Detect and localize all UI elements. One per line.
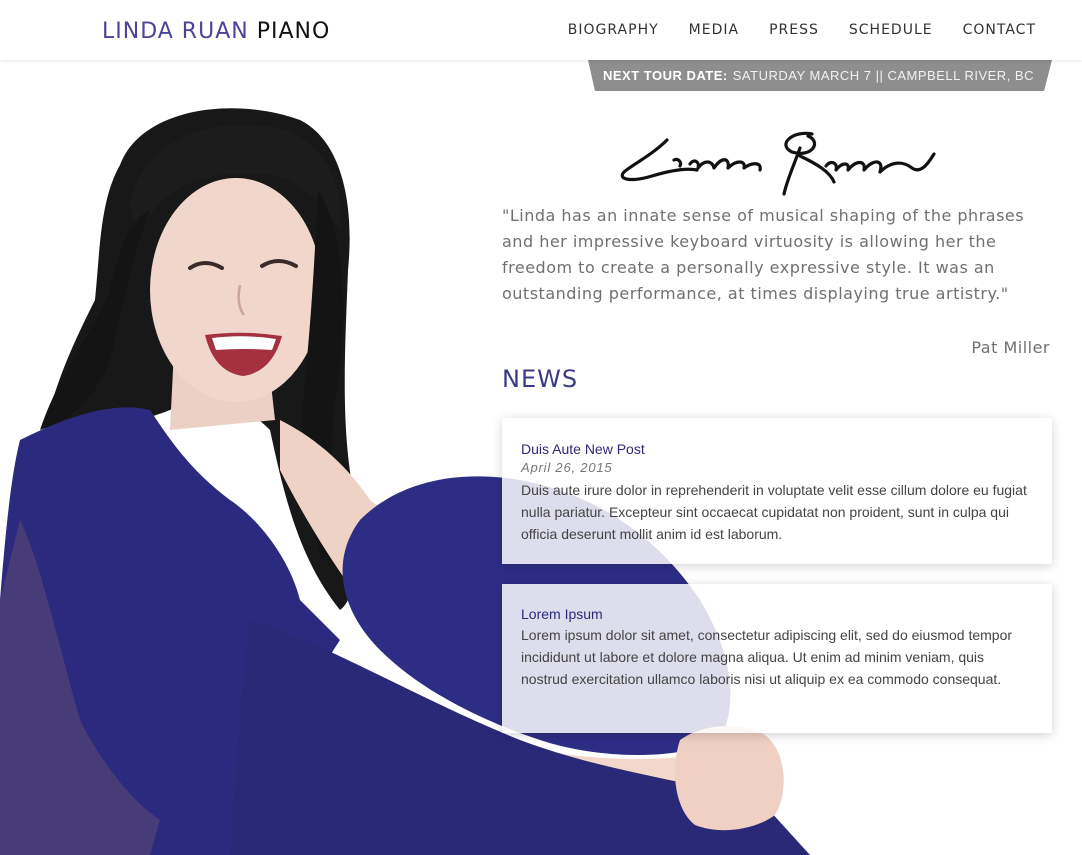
logo-name: LINDA RUAN (102, 19, 249, 44)
news-card: Lorem Ipsum Lorem ipsum dolor sit amet, … (502, 584, 1052, 733)
nav-press[interactable]: PRESS (769, 21, 819, 39)
tour-date: SATURDAY MARCH 7 || CAMPBELL RIVER, BC (732, 68, 1034, 83)
site-logo[interactable]: LINDA RUAN PIANO (102, 17, 330, 47)
news-post-date: April 26, 2015 (521, 460, 613, 475)
nav-contact[interactable]: CONTACT (963, 21, 1036, 39)
nav-biography[interactable]: BIOGRAPHY (568, 21, 659, 39)
nav-schedule[interactable]: SCHEDULE (849, 21, 933, 39)
nav-media[interactable]: MEDIA (689, 21, 739, 39)
main-nav: BIOGRAPHY MEDIA PRESS SCHEDULE CONTACT (568, 21, 1036, 39)
tour-label: NEXT TOUR DATE: (603, 68, 728, 83)
hands (675, 725, 784, 831)
logo-word: PIANO (256, 19, 331, 44)
teeth (212, 336, 276, 350)
news-card: Duis Aute New Post April 26, 2015 Duis a… (502, 418, 1052, 564)
news-post-title[interactable]: Duis Aute New Post (521, 440, 1032, 458)
signature (620, 131, 936, 196)
news-heading: NEWS (502, 365, 579, 393)
news-post-title[interactable]: Lorem Ipsum (521, 605, 1032, 623)
news-post-body: Duis aute irure dolor in reprehenderit i… (521, 482, 1027, 542)
testimonial-author: Pat Miller (971, 338, 1050, 357)
news-post-body: Lorem ipsum dolor sit amet, consectetur … (521, 627, 1013, 687)
site-header: LINDA RUAN PIANO BIOGRAPHY MEDIA PRESS S… (0, 0, 1082, 60)
testimonial-quote: "Linda has an innate sense of musical sh… (502, 206, 1025, 303)
page: LINDA RUAN PIANO BIOGRAPHY MEDIA PRESS S… (0, 0, 1082, 855)
next-tour-banner[interactable]: NEXT TOUR DATE: SATURDAY MARCH 7 || CAMP… (588, 60, 1052, 91)
